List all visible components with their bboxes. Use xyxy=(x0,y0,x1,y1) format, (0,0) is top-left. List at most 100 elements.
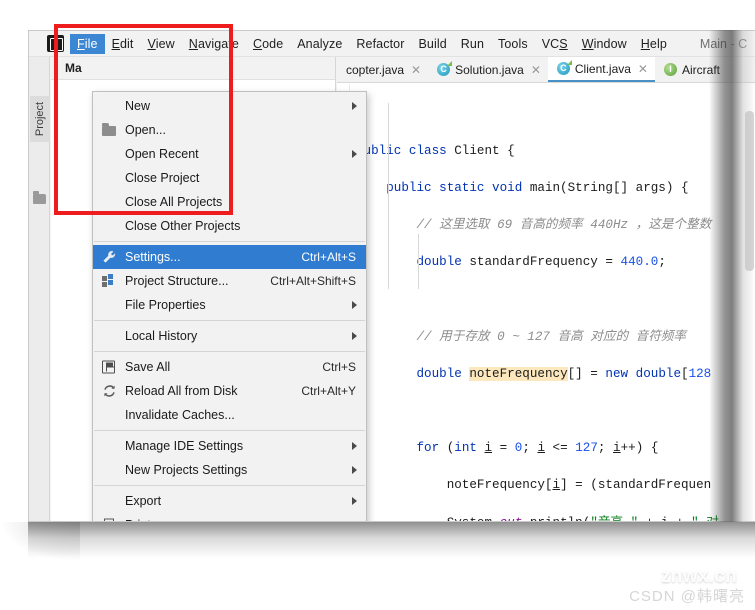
menu-item-open[interactable]: Open... xyxy=(93,118,366,142)
menu-item-new-projects-settings[interactable]: New Projects Settings xyxy=(93,458,366,482)
code-line: for (int i = 0; i <= 127; i++) { xyxy=(416,441,659,456)
menu-item-close-all-projects[interactable]: Close All Projects xyxy=(93,190,366,214)
menu-file[interactable]: File xyxy=(70,33,105,54)
menu-item-label: New Projects Settings xyxy=(125,463,248,477)
menu-item-label: Open... xyxy=(125,123,166,137)
menu-item-label: New xyxy=(125,99,151,113)
menu-item-settings[interactable]: Settings... Ctrl+Alt+S xyxy=(93,245,366,269)
menu-item-file-properties[interactable]: File Properties xyxy=(93,293,366,317)
modules-icon xyxy=(102,274,117,288)
java-class-icon: C xyxy=(437,61,453,76)
watermark-secondary: CSDN @韩曙亮 xyxy=(629,588,745,605)
menu-item-shortcut: Ctrl+Alt+Shift+S xyxy=(270,274,356,288)
menu-help[interactable]: Help xyxy=(634,34,674,54)
menu-item-shortcut: Ctrl+Alt+S xyxy=(301,250,356,264)
menu-item-print[interactable]: Print... xyxy=(93,513,366,521)
close-icon[interactable]: ✕ xyxy=(411,63,421,77)
editor-tab-client[interactable]: C Client.java ✕ xyxy=(547,57,655,82)
file-menu-dropdown[interactable]: New Open... Open Recent Close Project Cl… xyxy=(92,91,367,521)
save-icon xyxy=(102,360,115,374)
code-line: double noteFrequency[] = new double[128 xyxy=(416,366,712,381)
menu-item-save-all[interactable]: Save All Ctrl+S xyxy=(93,355,366,379)
menu-item-export[interactable]: Export xyxy=(93,489,366,513)
code-line: noteFrequency[i] = (standardFrequen xyxy=(356,478,712,493)
menu-refactor[interactable]: Refactor xyxy=(349,34,411,54)
close-icon[interactable]: ✕ xyxy=(638,62,648,76)
menu-code[interactable]: Code xyxy=(246,34,290,54)
menu-separator xyxy=(94,430,365,431)
code-editor[interactable]: public class Client { public static void… xyxy=(337,84,755,521)
scrollbar-thumb[interactable] xyxy=(745,111,754,271)
menu-window[interactable]: Window xyxy=(575,34,634,54)
code-line: // 用于存放 0 ~ 127 音高 对应的 音符频率 xyxy=(416,329,686,344)
watermark-primary: znwx.cn xyxy=(660,566,737,587)
menu-item-open-recent[interactable]: Open Recent xyxy=(93,142,366,166)
left-tool-strip: Project xyxy=(29,57,50,521)
menu-vcs[interactable]: VCS xyxy=(535,34,575,54)
editor-tab-aircraft[interactable]: I Aircraft xyxy=(654,57,727,82)
editor-tab-copter[interactable]: copter.java ✕ xyxy=(337,57,429,82)
menu-item-label: Open Recent xyxy=(125,147,199,161)
menu-item-close-project[interactable]: Close Project xyxy=(93,166,366,190)
java-interface-icon: I xyxy=(663,63,677,76)
menu-separator xyxy=(94,351,365,352)
menu-separator xyxy=(94,241,365,242)
menu-item-invalidate-caches[interactable]: Invalidate Caches... xyxy=(93,403,366,427)
menu-navigate[interactable]: Navigate xyxy=(182,34,246,54)
menu-item-shortcut: Ctrl+Alt+Y xyxy=(301,384,356,398)
intellij-idea-icon xyxy=(47,35,64,52)
editor-tab-label: copter.java xyxy=(346,62,405,77)
printer-icon xyxy=(102,518,116,521)
editor-tab-bar: copter.java ✕ C Solution.java ✕ C Client… xyxy=(337,57,755,83)
chevron-right-icon xyxy=(352,102,357,110)
editor-vertical-scrollbar[interactable] xyxy=(743,111,755,521)
menu-build[interactable]: Build xyxy=(411,34,453,54)
menu-item-manage-ide-settings[interactable]: Manage IDE Settings xyxy=(93,434,366,458)
close-icon[interactable]: ✕ xyxy=(531,63,541,77)
code-content[interactable]: public class Client { public static void… xyxy=(350,84,755,521)
menu-item-label: Local History xyxy=(125,329,198,343)
chevron-right-icon xyxy=(352,466,357,474)
menu-item-label: Settings... xyxy=(125,250,181,264)
chevron-right-icon xyxy=(352,150,357,158)
menu-item-label: Close All Projects xyxy=(125,195,223,209)
menu-item-label: Close Project xyxy=(125,171,200,185)
menu-item-label: Manage IDE Settings xyxy=(125,439,244,453)
menu-item-label: Close Other Projects xyxy=(125,219,241,233)
menu-tools[interactable]: Tools xyxy=(491,34,535,54)
code-line: double standardFrequency = 440.0; xyxy=(416,255,666,270)
menu-item-label: Export xyxy=(125,494,162,508)
menu-item-reload-all-from-disk[interactable]: Reload All from Disk Ctrl+Alt+Y xyxy=(93,379,366,403)
menu-item-project-structure[interactable]: Project Structure... Ctrl+Alt+Shift+S xyxy=(93,269,366,293)
menu-separator xyxy=(94,320,365,321)
chevron-right-icon xyxy=(352,442,357,450)
corner-shadow xyxy=(0,522,80,562)
menu-item-new[interactable]: New xyxy=(93,94,366,118)
reload-icon xyxy=(102,384,117,398)
menu-item-label: File Properties xyxy=(125,298,206,312)
menu-run[interactable]: Run xyxy=(454,34,491,54)
menu-item-shortcut: Ctrl+S xyxy=(322,360,356,374)
menu-view[interactable]: View xyxy=(141,34,182,54)
menu-edit[interactable]: Edit xyxy=(105,34,141,54)
project-panel-title: Ma xyxy=(51,57,335,80)
menu-item-label: Reload All from Disk xyxy=(125,384,238,398)
editor-tab-label: Solution.java xyxy=(455,62,524,77)
editor-tab-solution[interactable]: C Solution.java ✕ xyxy=(428,57,548,82)
menu-item-label: Save All xyxy=(125,360,171,374)
menu-item-label: Print... xyxy=(125,518,161,521)
menu-item-close-other-projects[interactable]: Close Other Projects xyxy=(93,214,366,238)
menu-bar: File Edit View Navigate Code Analyze Ref… xyxy=(29,31,755,57)
code-line: public static void main(String[] args) { xyxy=(386,180,689,195)
menu-analyze[interactable]: Analyze xyxy=(290,34,349,54)
code-line: public class Client { xyxy=(356,143,515,158)
screenshot-root: File Edit View Navigate Code Analyze Ref… xyxy=(0,0,755,610)
chevron-right-icon xyxy=(352,497,357,505)
tool-window-button-project[interactable]: Project xyxy=(30,96,50,142)
ide-window: File Edit View Navigate Code Analyze Ref… xyxy=(28,30,755,522)
editor-tab-label: Aircraft xyxy=(681,62,720,77)
menu-item-local-history[interactable]: Local History xyxy=(93,324,366,348)
bottom-edge-shadow xyxy=(28,522,755,558)
menu-item-label: Project Structure... xyxy=(125,274,229,288)
